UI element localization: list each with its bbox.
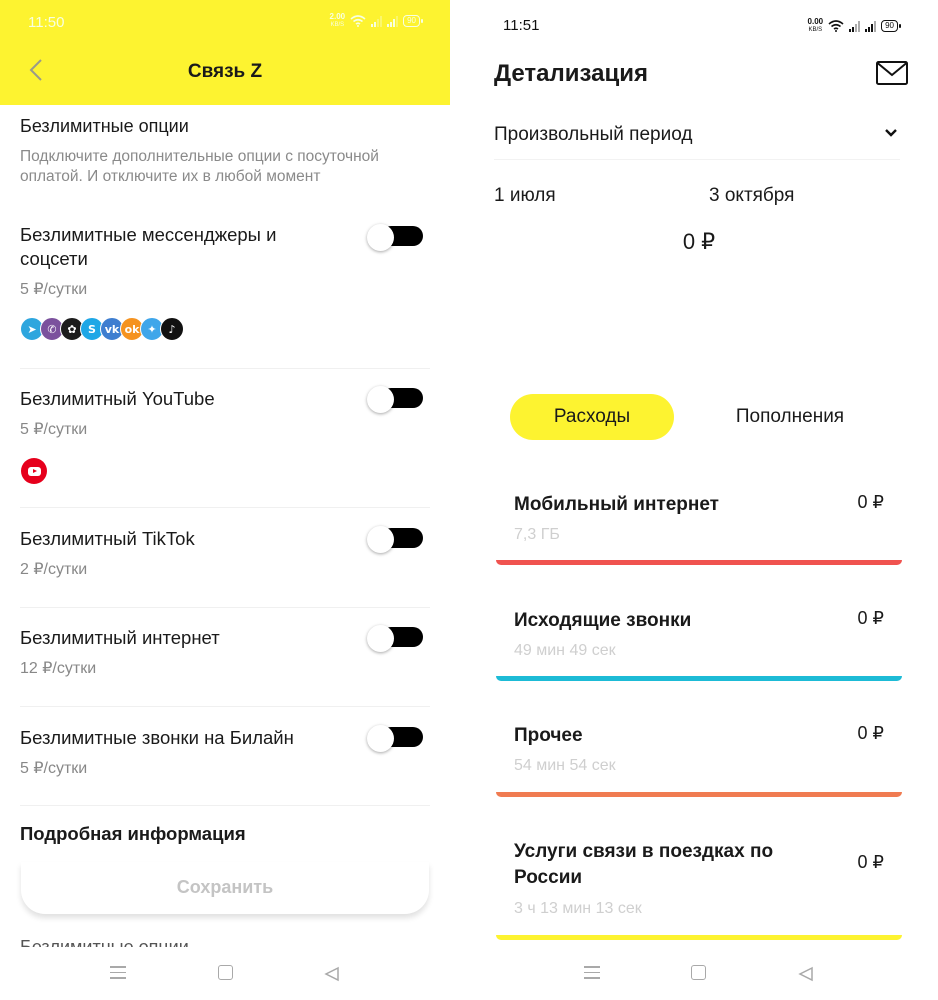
tiktok-icon: ♪ xyxy=(160,317,184,341)
youtube-icon xyxy=(21,458,47,484)
section-description: Подключите дополнительные опции с посуто… xyxy=(20,148,379,185)
category-detail: 49 мин 49 сек xyxy=(514,642,616,659)
option-youtube: Безлимитный YouTube 5 ₽/сутки xyxy=(20,386,430,439)
network-speed-unit: KB/S xyxy=(330,22,345,28)
details-link[interactable]: Подробная информация xyxy=(20,823,246,845)
divider xyxy=(20,805,430,806)
status-time: 11:50 xyxy=(28,14,65,31)
toggle-messengers[interactable] xyxy=(367,224,425,251)
status-icons: 2.00 KB/S 90 xyxy=(330,13,423,29)
status-icons: 0.00 KB/S 90 xyxy=(808,18,901,34)
category-detail: 3 ч 13 мин 13 сек xyxy=(514,900,642,917)
option-name: Безлимитный TikTok xyxy=(20,528,195,549)
category-roaming-russia[interactable]: Услуги связи в поездках по России 0 ₽ 3 … xyxy=(496,839,902,944)
network-speed: 2.00 KB/S xyxy=(330,13,346,29)
category-color-bar xyxy=(496,676,902,681)
network-speed-unit: KB/S xyxy=(808,27,823,33)
menu-icon[interactable] xyxy=(110,966,126,983)
divider xyxy=(494,159,900,160)
option-name: Безлимитный YouTube xyxy=(20,388,215,409)
battery-icon: 90 xyxy=(403,15,423,27)
category-amount: 0 ₽ xyxy=(857,852,884,872)
category-color-bar xyxy=(496,935,902,940)
category-amount: 0 ₽ xyxy=(857,608,884,628)
network-speed-value: 0.00 xyxy=(807,17,824,26)
category-mobile-internet[interactable]: Мобильный интернет 0 ₽ 7,3 ГБ xyxy=(496,492,902,567)
category-name: Прочее xyxy=(514,725,583,746)
wifi-icon xyxy=(350,15,366,27)
status-bar: 11:51 0.00 KB/S 90 xyxy=(470,0,938,44)
tab-label: Расходы xyxy=(553,406,631,427)
category-amount: 0 ₽ xyxy=(857,723,884,743)
category-color-bar xyxy=(496,560,902,565)
signal-icon xyxy=(371,15,383,27)
date-from[interactable]: 1 июля xyxy=(494,185,556,207)
category-name: Услуги связи в поездках по России xyxy=(514,841,774,888)
network-speed: 0.00 KB/S xyxy=(808,18,824,34)
tab-top-ups[interactable]: Пополнения xyxy=(700,394,880,440)
option-name: Безлимитные звонки на Билайн xyxy=(20,727,294,748)
toggle-youtube[interactable] xyxy=(367,386,425,413)
save-card: Сохранить xyxy=(21,862,429,914)
category-outgoing-calls[interactable]: Исходящие звонки 0 ₽ 49 мин 49 сек xyxy=(496,608,902,683)
category-amount: 0 ₽ xyxy=(857,492,884,512)
chevron-down-icon[interactable] xyxy=(884,128,898,138)
option-beeline-calls: Безлимитные звонки на Билайн 5 ₽/сутки xyxy=(20,725,430,778)
battery-icon: 90 xyxy=(881,20,901,32)
page-title: Связь Z xyxy=(187,61,263,82)
option-price: 5 ₽/сутки xyxy=(20,421,88,438)
option-price: 5 ₽/сутки xyxy=(20,760,88,777)
period-select[interactable]: Произвольный период xyxy=(494,124,692,146)
divider xyxy=(20,607,430,608)
signal-icon xyxy=(849,20,861,32)
signal-icon-2 xyxy=(387,15,399,27)
signal-icon-2 xyxy=(865,20,877,32)
date-to[interactable]: 3 октября xyxy=(709,185,794,207)
category-name: Исходящие звонки xyxy=(514,610,692,631)
status-time: 11:51 xyxy=(503,17,540,34)
option-price: 12 ₽/сутки xyxy=(20,660,97,677)
option-name: Безлимитные мессенджеры и соцсети xyxy=(20,224,277,269)
toggle-beeline-calls[interactable] xyxy=(367,725,425,752)
option-price: 5 ₽/сутки xyxy=(20,281,88,298)
divider xyxy=(20,368,430,369)
divider xyxy=(20,706,430,707)
tab-expenses[interactable]: Расходы xyxy=(510,394,674,440)
option-price: 2 ₽/сутки xyxy=(20,561,88,578)
save-button[interactable]: Сохранить xyxy=(21,877,429,898)
page-title: Детализация xyxy=(494,60,648,87)
toggle-internet[interactable] xyxy=(367,625,425,652)
category-name: Мобильный интернет xyxy=(514,494,719,515)
home-icon[interactable] xyxy=(691,965,706,980)
option-internet: Безлимитный интернет 12 ₽/сутки xyxy=(20,625,430,678)
option-name: Безлимитный интернет xyxy=(20,627,220,648)
section-title: Безлимитные опции xyxy=(20,116,189,136)
divider xyxy=(20,507,430,508)
network-speed-value: 2.00 xyxy=(329,12,346,21)
navigation-bar xyxy=(470,944,938,1000)
wifi-icon xyxy=(828,20,844,32)
category-detail: 7,3 ГБ xyxy=(514,526,560,543)
option-tiktok: Безлимитный TikTok 2 ₽/сутки xyxy=(20,526,430,579)
status-bar: 11:50 2.00 KB/S 90 xyxy=(0,0,450,44)
option-messengers: Безлимитные мессенджеры и соцсети 5 ₽/су… xyxy=(20,223,430,299)
messenger-icons-row: ➤ ✆ ✿ Svk ok ✦ ♪ xyxy=(20,317,184,341)
right-screen-details: 11:51 0.00 KB/S 90 Детализация Произволь… xyxy=(470,0,938,1000)
header-bar: 11:50 2.00 KB/S 90 Связь Z xyxy=(0,0,450,105)
menu-icon[interactable] xyxy=(584,966,600,983)
nav-back-icon[interactable] xyxy=(324,966,340,982)
navigation-bar xyxy=(0,944,450,1000)
home-icon[interactable] xyxy=(218,965,233,980)
category-color-bar xyxy=(496,792,902,797)
category-detail: 54 мин 54 сек xyxy=(514,757,616,774)
left-screen-options: 11:50 2.00 KB/S 90 Связь Z Безлимитные о… xyxy=(0,0,450,1000)
mail-icon[interactable] xyxy=(876,61,908,85)
total-amount: 0 ₽ xyxy=(682,229,716,254)
category-other[interactable]: Прочее 0 ₽ 54 мин 54 сек xyxy=(496,723,902,798)
nav-back-icon[interactable] xyxy=(798,966,814,982)
tab-label: Пополнения xyxy=(735,406,845,427)
toggle-tiktok[interactable] xyxy=(367,526,425,553)
